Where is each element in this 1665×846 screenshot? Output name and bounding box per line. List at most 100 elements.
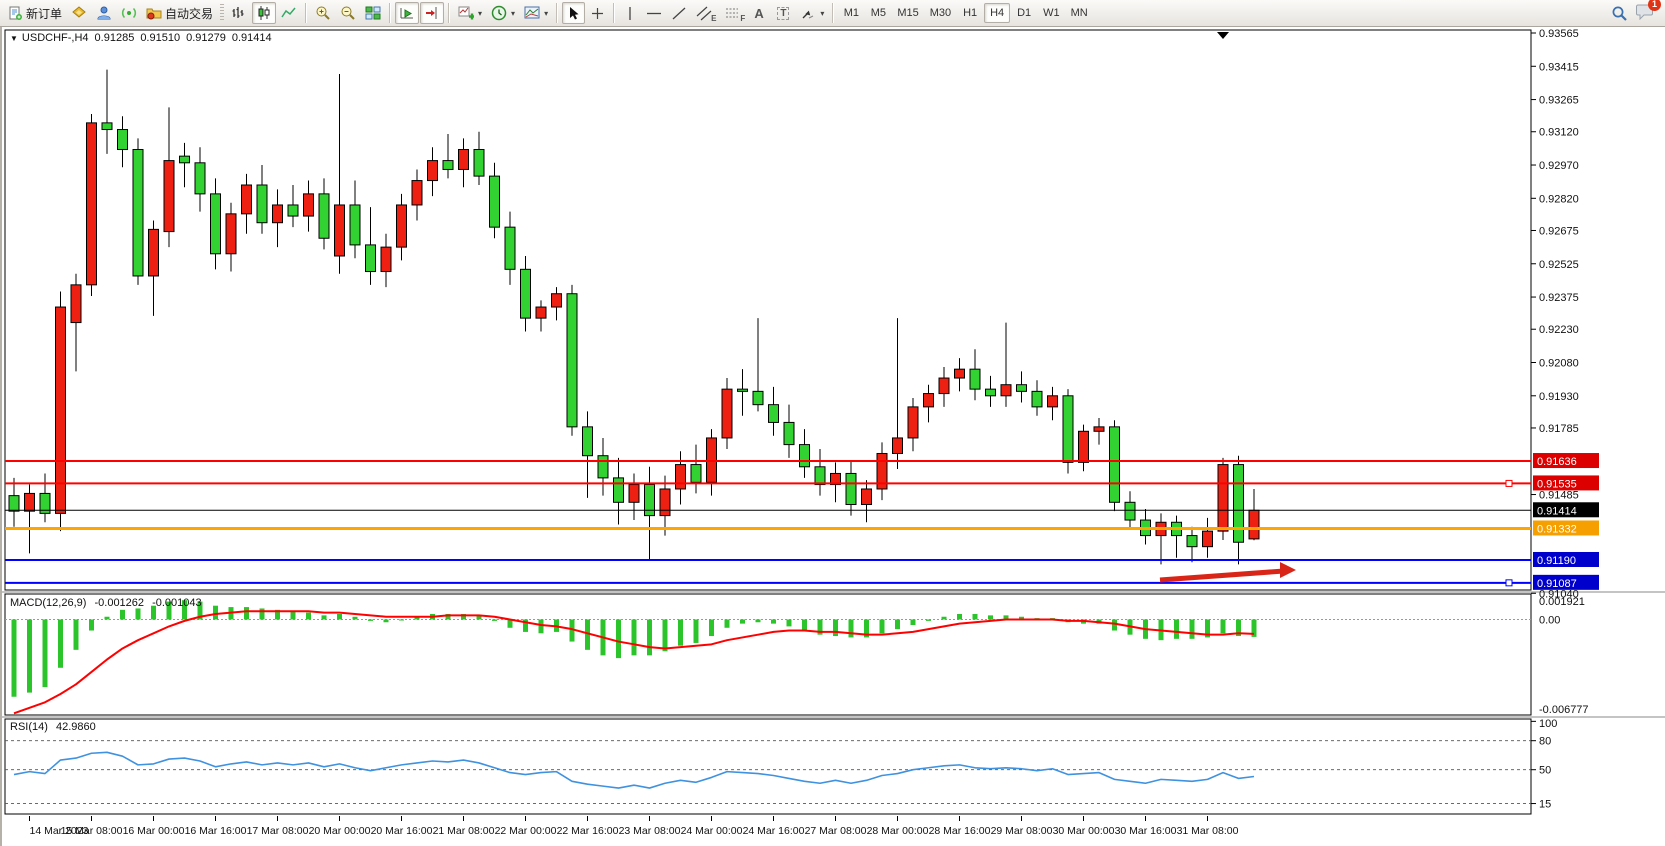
candle-body: [1079, 431, 1089, 462]
date-axis-label[interactable]: 28 Mar 00:00: [867, 825, 929, 837]
arrows-button[interactable]: ▾: [796, 2, 828, 24]
candle-body: [676, 465, 686, 489]
timeframe-M30[interactable]: M30: [925, 3, 956, 23]
candle-body: [1125, 502, 1135, 520]
notifications-button[interactable]: 1: [1636, 2, 1655, 25]
hline-handle[interactable]: [1506, 580, 1512, 586]
dropdown-caret-icon: ▾: [544, 9, 548, 18]
signals-icon: [121, 5, 137, 21]
trendline-button[interactable]: [667, 2, 691, 24]
date-axis-label[interactable]: 17 Mar 08:00: [247, 825, 309, 837]
timeframe-D1[interactable]: D1: [1011, 3, 1037, 23]
candle-body: [1032, 391, 1042, 407]
date-axis-label[interactable]: 30 Mar 16:00: [1115, 825, 1177, 837]
date-axis-label[interactable]: 20 Mar 16:00: [371, 825, 433, 837]
signals-button[interactable]: [117, 2, 141, 24]
date-axis-label[interactable]: 29 Mar 08:00: [991, 825, 1053, 837]
macd-bar: [337, 614, 342, 620]
bar-chart-button[interactable]: [227, 2, 251, 24]
timeframe-H1[interactable]: H1: [957, 3, 983, 23]
candle-body: [769, 405, 779, 423]
macd-bar: [895, 620, 900, 630]
candle-body: [366, 245, 376, 272]
date-axis-label[interactable]: 22 Mar 00:00: [495, 825, 557, 837]
chart-title: ▼USDCHF-,H40.912850.915100.912790.91414: [10, 32, 272, 44]
cursor-button[interactable]: [562, 2, 585, 24]
zoom-in-button[interactable]: [311, 2, 335, 24]
candle-body: [1110, 427, 1120, 502]
timeframe-M5[interactable]: M5: [865, 3, 891, 23]
candle-body: [242, 185, 252, 214]
date-axis-label[interactable]: 24 Mar 16:00: [743, 825, 805, 837]
date-axis-label[interactable]: 28 Mar 16:00: [929, 825, 991, 837]
date-axis-label[interactable]: 16 Mar 00:00: [123, 825, 185, 837]
date-axis-label[interactable]: 21 Mar 08:00: [433, 825, 495, 837]
macd-bar: [1190, 620, 1195, 639]
date-axis-label[interactable]: 23 Mar 08:00: [619, 825, 681, 837]
period-button[interactable]: ▾: [487, 2, 519, 24]
autotrading-button[interactable]: 自动交易: [142, 2, 217, 24]
timeframe-M15[interactable]: M15: [892, 3, 923, 23]
text-button[interactable]: A: [750, 2, 772, 24]
vertical-line-button[interactable]: [619, 2, 641, 24]
autotrading-icon: [146, 5, 162, 21]
date-axis-label[interactable]: 30 Mar 00:00: [1053, 825, 1115, 837]
template-button[interactable]: ▾: [520, 2, 552, 24]
macd-bar: [539, 620, 544, 634]
auto-scroll-icon: [399, 5, 415, 21]
notification-badge: 1: [1648, 0, 1661, 11]
rsi-axis-label: 15: [1539, 799, 1551, 811]
date-axis-label[interactable]: 15 Mar 08:00: [61, 825, 123, 837]
line-chart-button[interactable]: [277, 2, 301, 24]
candlestick-chart-button[interactable]: [252, 2, 276, 24]
zoom-out-button[interactable]: [336, 2, 360, 24]
candle-body: [738, 389, 748, 391]
candle-body: [815, 467, 825, 485]
macd-bar: [709, 620, 714, 637]
candle-body: [645, 485, 655, 516]
date-axis-label[interactable]: 16 Mar 16:00: [185, 825, 247, 837]
candle-body: [521, 269, 531, 318]
timeframe-W1[interactable]: W1: [1038, 3, 1065, 23]
equidistant-channel-button[interactable]: E: [692, 2, 720, 24]
date-axis-label[interactable]: 24 Mar 00:00: [681, 825, 743, 837]
text-label-button[interactable]: T: [773, 2, 795, 24]
macd-value: -0.001262: [94, 597, 144, 609]
profile-button[interactable]: [92, 2, 116, 24]
timeframe-M1[interactable]: M1: [838, 3, 864, 23]
symbol-collapse-icon[interactable]: ▼: [10, 34, 18, 43]
crosshair-button[interactable]: [586, 2, 609, 24]
chart-canvas[interactable]: 0.916360.915350.914140.913320.911900.910…: [2, 27, 1665, 846]
macd-bar: [942, 617, 947, 620]
line-chart-icon: [281, 5, 297, 21]
search-button[interactable]: [1607, 2, 1632, 24]
hline-handle[interactable]: [1506, 480, 1512, 486]
date-axis-label[interactable]: 22 Mar 16:00: [557, 825, 619, 837]
candle-body: [1048, 396, 1058, 407]
shift-chart-button[interactable]: [420, 2, 444, 24]
fibonacci-button[interactable]: F: [721, 2, 749, 24]
market-watch-button[interactable]: [67, 2, 91, 24]
tile-windows-button[interactable]: [361, 2, 385, 24]
candle-body: [846, 473, 856, 504]
timeframe-H4[interactable]: H4: [984, 3, 1010, 23]
timeframe-MN[interactable]: MN: [1066, 3, 1093, 23]
macd-bar: [1174, 620, 1179, 639]
candle-body: [800, 445, 810, 467]
candle-body: [505, 227, 515, 269]
date-axis-label[interactable]: 27 Mar 08:00: [805, 825, 867, 837]
auto-scroll-button[interactable]: [395, 2, 419, 24]
equidistant-channel-icon: [696, 6, 712, 21]
candle-body: [862, 489, 872, 505]
macd-bar: [802, 620, 807, 631]
macd-bar: [260, 608, 265, 619]
date-axis-label[interactable]: 31 Mar 08:00: [1177, 825, 1239, 837]
zoom-in-icon: [315, 5, 331, 21]
new-order-button[interactable]: 新订单: [4, 2, 66, 24]
price-axis-label: 0.93120: [1539, 127, 1579, 139]
date-axis-label[interactable]: 20 Mar 00:00: [309, 825, 371, 837]
horizontal-line-button[interactable]: [642, 2, 666, 24]
add-indicator-button[interactable]: ▾: [454, 2, 486, 24]
toolbar-drag-handle[interactable]: [220, 4, 224, 22]
macd-bar: [89, 620, 94, 631]
